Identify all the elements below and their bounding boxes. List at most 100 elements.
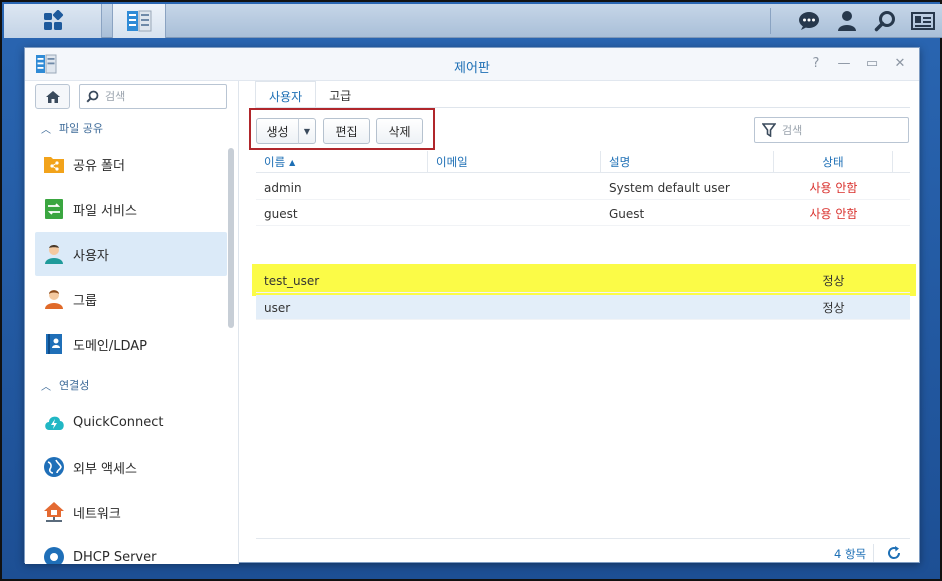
sidebar-item-label: DHCP Server	[73, 549, 157, 565]
column-header-status[interactable]: 상태	[774, 151, 893, 173]
sidebar-item-file-services[interactable]: 파일 서비스	[35, 187, 227, 231]
cell-status: 사용 안함	[809, 207, 858, 221]
annotation-box	[249, 108, 435, 150]
chat-icon	[799, 12, 819, 30]
sidebar-item-network[interactable]: 네트워크	[35, 490, 227, 534]
cell-description	[601, 268, 774, 293]
filter-icon	[762, 123, 776, 137]
quickconnect-icon	[45, 416, 64, 430]
cell-description: System default user	[609, 180, 730, 195]
footer-separator	[873, 544, 874, 562]
main-menu-button[interactable]	[4, 4, 102, 38]
control-panel-icon	[127, 10, 152, 32]
footer-divider	[256, 538, 910, 539]
sidebar-item-label: QuickConnect	[73, 414, 164, 430]
control-panel-taskbar-button[interactable]	[112, 4, 166, 38]
filter-search[interactable]	[754, 117, 909, 143]
sidebar-item-label: 외부 액세스	[73, 461, 137, 477]
tab-users[interactable]: 사용자	[255, 81, 317, 108]
help-icon[interactable]: ?	[807, 55, 825, 73]
user-icon	[838, 11, 856, 31]
filter-input[interactable]	[782, 123, 902, 137]
section-file-sharing[interactable]: ︿ 파일 공유	[25, 117, 225, 139]
column-header-name[interactable]: 이름 ▲	[256, 151, 428, 173]
sidebar-item-label: 도메인/LDAP	[73, 338, 148, 354]
table-row[interactable]: test_user 정상	[256, 268, 910, 293]
search-button[interactable]	[866, 4, 904, 38]
sidebar-item-user[interactable]: 사용자	[35, 232, 227, 276]
column-header-email[interactable]: 이메일	[428, 151, 601, 173]
cell-description	[601, 295, 774, 320]
cell-name: test_user	[264, 273, 320, 288]
file-services-icon	[45, 199, 63, 219]
sort-ascending-icon: ▲	[289, 157, 296, 167]
window-titlebar[interactable]: 제어판 ? — ▭ ✕	[25, 48, 919, 81]
chat-button[interactable]	[790, 4, 828, 38]
cell-status: 정상	[822, 274, 845, 288]
sidebar-item-label: 그룹	[73, 293, 97, 309]
table-row[interactable]: user 정상	[256, 295, 910, 320]
chevron-up-icon: ︿	[41, 124, 51, 136]
column-label: 이메일	[436, 155, 468, 169]
tab-bar: 사용자 고급	[255, 81, 364, 108]
taskbar-divider	[770, 8, 771, 34]
sidebar-item-label: 사용자	[73, 248, 109, 264]
cell-status: 사용 안함	[809, 181, 858, 195]
taskbar	[4, 4, 942, 38]
home-icon	[45, 90, 60, 103]
chevron-up-icon: ︿	[41, 381, 51, 393]
user-icon	[45, 245, 63, 264]
external-access-icon	[44, 457, 64, 477]
sidebar-item-shared-folder[interactable]: 공유 폴더	[35, 142, 227, 186]
sidebar-item-dhcp-server[interactable]: DHCP Server	[35, 535, 227, 564]
widget-button[interactable]	[904, 4, 942, 38]
main-content: 사용자 고급 생성 ▼ 편집 삭제 이름 ▲	[240, 81, 920, 564]
home-button[interactable]	[35, 84, 70, 109]
sidebar-item-group[interactable]: 그룹	[35, 277, 227, 321]
desktop: 제어판 ? — ▭ ✕ ︿	[0, 0, 942, 581]
column-label: 설명	[609, 155, 631, 169]
dhcp-server-icon	[44, 547, 64, 564]
sidebar-scrollbar[interactable]	[228, 148, 234, 328]
column-header-description[interactable]: 설명	[601, 151, 774, 173]
minimize-icon[interactable]: —	[835, 55, 853, 73]
cell-name: user	[264, 300, 291, 315]
cell-email	[428, 295, 601, 320]
cell-name: guest	[264, 206, 298, 221]
cell-status: 정상	[822, 301, 845, 315]
search-icon	[86, 90, 99, 103]
sidebar-item-label: 네트워크	[73, 506, 121, 522]
section-label: 연결성	[59, 379, 90, 392]
domain-ldap-icon	[46, 334, 62, 354]
sidebar-item-external-access[interactable]: 외부 액세스	[35, 445, 227, 489]
sidebar-item-label: 파일 서비스	[73, 203, 137, 219]
sidebar-item-domain-ldap[interactable]: 도메인/LDAP	[35, 322, 227, 366]
table-row[interactable]: guest Guest 사용 안함	[256, 201, 910, 226]
section-label: 파일 공유	[59, 122, 103, 135]
close-icon[interactable]: ✕	[891, 55, 909, 73]
column-label: 이름	[264, 155, 286, 169]
tab-advanced[interactable]: 고급	[316, 81, 364, 108]
sidebar-item-quickconnect[interactable]: QuickConnect	[35, 400, 227, 444]
refresh-icon[interactable]	[885, 544, 903, 562]
cell-email	[428, 201, 601, 226]
user-button[interactable]	[828, 4, 866, 38]
grid-header: 이름 ▲ 이메일 설명 상태	[256, 151, 910, 173]
cell-description: Guest	[609, 206, 645, 221]
sidebar-search[interactable]	[79, 84, 227, 109]
cell-name: admin	[264, 180, 302, 195]
section-connectivity[interactable]: ︿ 연결성	[25, 374, 225, 396]
grid-icon	[43, 10, 63, 30]
column-header-spacer	[893, 151, 910, 173]
control-panel-window: 제어판 ? — ▭ ✕ ︿	[24, 47, 920, 564]
table-row[interactable]: admin System default user 사용 안함	[256, 175, 910, 200]
sidebar: ︿ 파일 공유 공유 폴더 파일 서비스	[25, 81, 239, 564]
window-title: 제어판	[454, 61, 490, 76]
cell-email	[428, 268, 601, 293]
widget-icon	[911, 12, 935, 30]
search-icon	[874, 11, 895, 32]
sidebar-search-input[interactable]	[105, 90, 215, 103]
column-label: 상태	[822, 155, 844, 169]
sidebar-item-label: 공유 폴더	[73, 158, 125, 174]
maximize-icon[interactable]: ▭	[863, 55, 881, 73]
